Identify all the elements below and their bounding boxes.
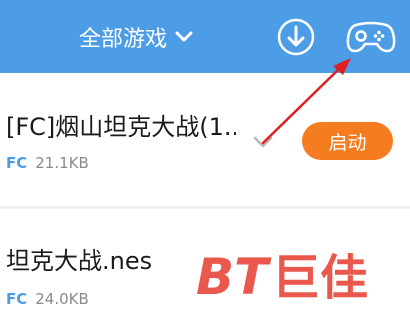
download-button[interactable]: [277, 18, 315, 56]
game-title: [FC]烟山坦克大战(1...: [6, 113, 236, 141]
svg-text:巨佳: 巨佳: [272, 250, 368, 304]
launch-button[interactable]: 启动: [302, 122, 393, 160]
platform-label: FC: [6, 290, 28, 308]
platform-label: FC: [6, 154, 28, 172]
category-title: 全部游戏: [79, 27, 168, 52]
game-meta: FC 24.0KB: [6, 290, 89, 308]
svg-text:BT: BT: [196, 248, 272, 304]
chevron-down-icon: [175, 31, 193, 42]
category-dropdown[interactable]: 全部游戏: [79, 21, 193, 53]
game-meta: FC 21.1KB: [6, 154, 89, 172]
download-circle-icon: [277, 18, 315, 56]
chevron-down-icon[interactable]: [253, 135, 273, 149]
file-size: 21.1KB: [35, 154, 89, 172]
game-list-item[interactable]: [FC]烟山坦克大战(1... FC 21.1KB 启动: [0, 73, 410, 207]
file-size: 24.0KB: [35, 290, 89, 308]
top-bar: 全部游戏: [0, 0, 410, 73]
gamepad-button[interactable]: [346, 20, 396, 54]
gamepad-icon: [346, 21, 396, 53]
site-watermark-logo: BT 巨佳: [196, 248, 368, 304]
